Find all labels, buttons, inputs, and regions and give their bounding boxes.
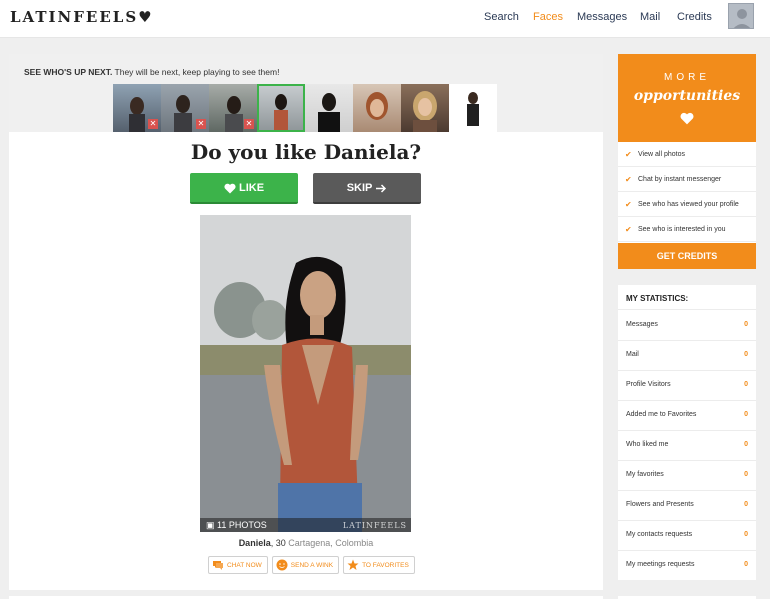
like-question: Do you like Daniela? bbox=[190, 140, 422, 164]
profile-photo bbox=[318, 93, 340, 132]
chat-icon bbox=[213, 561, 223, 570]
stat-label: My favorites bbox=[626, 471, 664, 478]
stat-value: 0 bbox=[744, 321, 748, 328]
thumbnail-next[interactable] bbox=[305, 84, 353, 132]
skipped-icon: ✕ bbox=[196, 119, 206, 129]
check-icon: ✔ bbox=[625, 200, 632, 209]
opportunities-header: MORE opportunities bbox=[618, 54, 756, 142]
camera-icon: ▣ bbox=[206, 520, 215, 530]
thumbnail-next[interactable] bbox=[449, 84, 497, 132]
stat-label: My contacts requests bbox=[626, 531, 693, 538]
promo-item: ✔ Chat by instant messenger bbox=[618, 167, 756, 192]
stat-label: Mail bbox=[626, 351, 639, 358]
stat-label: Messages bbox=[626, 321, 658, 328]
logo[interactable]: LATINFEELS♥ bbox=[10, 8, 154, 26]
stat-row-messages[interactable]: Messages 0 bbox=[618, 311, 756, 341]
skip-button[interactable]: SKIP bbox=[313, 173, 421, 204]
check-icon: ✔ bbox=[625, 150, 632, 159]
logo-heart-icon: ♥ bbox=[138, 8, 154, 26]
stat-row-my-favorites[interactable]: My favorites 0 bbox=[618, 461, 756, 491]
profile-photo bbox=[274, 94, 288, 132]
to-favorites-button[interactable]: TO FAVORITES bbox=[343, 556, 415, 574]
stat-label: Who liked me bbox=[626, 441, 669, 448]
nav-credits[interactable]: Credits bbox=[677, 11, 712, 23]
profile-name[interactable]: Daniela bbox=[239, 538, 271, 548]
check-icon: ✔ bbox=[625, 225, 632, 234]
stat-row-added-to-favorites[interactable]: Added me to Favorites 0 bbox=[618, 401, 756, 431]
promo-item: ✔ See who has viewed your profile bbox=[618, 192, 756, 217]
photo-watermark: LATINFEELS bbox=[342, 521, 407, 530]
profile-photo bbox=[413, 91, 437, 132]
stat-row-profile-visitors[interactable]: Profile Visitors 0 bbox=[618, 371, 756, 401]
skipped-icon: ✕ bbox=[244, 119, 254, 129]
arrow-right-icon bbox=[376, 184, 387, 193]
stat-value: 0 bbox=[744, 381, 748, 388]
like-button[interactable]: LIKE bbox=[190, 173, 298, 204]
statistics-title: MY STATISTICS: bbox=[626, 294, 689, 303]
get-credits-button[interactable]: GET CREDITS bbox=[618, 243, 756, 269]
thumbnail-skipped[interactable]: ✕ bbox=[161, 84, 209, 132]
profile-actions: CHAT NOW SEND A WINK TO FAVORITES bbox=[208, 556, 415, 574]
profile-age: , 30 bbox=[270, 538, 286, 548]
heart-icon bbox=[224, 183, 236, 194]
thumbnail-next[interactable] bbox=[353, 84, 401, 132]
stat-row-contacts-requests[interactable]: My contacts requests 0 bbox=[618, 521, 756, 551]
heart-icon bbox=[680, 112, 694, 125]
stat-value: 0 bbox=[744, 351, 748, 358]
up-next-bar: SEE WHO'S UP NEXT. They will be next, ke… bbox=[9, 54, 603, 132]
profile-location: Cartagena, Colombia bbox=[288, 538, 374, 548]
stat-value: 0 bbox=[744, 411, 748, 418]
wink-icon bbox=[276, 559, 288, 571]
stat-label: Profile Visitors bbox=[626, 381, 671, 388]
promo-item: ✔ View all photos bbox=[618, 142, 756, 167]
nav-mail[interactable]: Mail bbox=[640, 11, 660, 23]
profile-photo bbox=[467, 92, 479, 126]
stat-row-flowers-presents[interactable]: Flowers and Presents 0 bbox=[618, 491, 756, 521]
profile-main-photo[interactable]: ▣ 11 PHOTOS LATINFEELS bbox=[200, 215, 411, 532]
nav-messages[interactable]: Messages bbox=[577, 11, 627, 23]
profile-info: Daniela, 30 Cartagena, Colombia bbox=[9, 538, 603, 548]
stat-label: My meetings requests bbox=[626, 561, 695, 568]
skipped-icon: ✕ bbox=[148, 119, 158, 129]
stat-label: Added me to Favorites bbox=[626, 411, 697, 418]
stat-value: 0 bbox=[744, 501, 748, 508]
divider bbox=[618, 309, 756, 310]
thumbnail-skipped[interactable]: ✕ bbox=[113, 84, 161, 132]
promo-more-label: MORE bbox=[664, 72, 710, 83]
check-icon: ✔ bbox=[625, 175, 632, 184]
stat-row-meetings-requests[interactable]: My meetings requests 0 bbox=[618, 551, 756, 581]
stat-value: 0 bbox=[744, 471, 748, 478]
opportunities-panel: MORE opportunities ✔ View all photos ✔ Cha… bbox=[618, 54, 756, 269]
top-header: LATINFEELS♥ Search Faces Messages Mail C… bbox=[0, 0, 770, 38]
stat-value: 0 bbox=[744, 561, 748, 568]
stat-value: 0 bbox=[744, 441, 748, 448]
faces-game-card: SEE WHO'S UP NEXT. They will be next, ke… bbox=[9, 54, 603, 590]
stat-label: Flowers and Presents bbox=[626, 501, 694, 508]
user-avatar[interactable] bbox=[728, 3, 754, 29]
nav-search[interactable]: Search bbox=[484, 11, 519, 23]
user-silhouette-icon bbox=[733, 9, 751, 28]
stat-row-who-liked-me[interactable]: Who liked me 0 bbox=[618, 431, 756, 461]
statistics-panel: MY STATISTICS: Messages 0 Mail 0 Profile V… bbox=[618, 285, 756, 580]
promo-item: ✔ See who is interested in you bbox=[618, 217, 756, 242]
promo-opportunities-label: opportunities bbox=[633, 88, 741, 104]
thumbnail-current[interactable] bbox=[257, 84, 305, 132]
profile-photo bbox=[366, 92, 388, 120]
photo-count[interactable]: ▣ 11 PHOTOS bbox=[206, 520, 267, 531]
profile-photo bbox=[200, 215, 411, 532]
thumbnail-next[interactable] bbox=[401, 84, 449, 132]
thumbnail-skipped[interactable]: ✕ bbox=[209, 84, 257, 132]
chat-now-button[interactable]: CHAT NOW bbox=[208, 556, 268, 574]
stat-value: 0 bbox=[744, 531, 748, 538]
like-button-label: LIKE bbox=[239, 182, 265, 194]
nav-faces[interactable]: Faces bbox=[533, 11, 563, 23]
skip-button-label: SKIP bbox=[346, 182, 373, 194]
stat-row-mail[interactable]: Mail 0 bbox=[618, 341, 756, 371]
up-next-thumbnails: ✕ ✕ ✕ bbox=[113, 84, 497, 132]
up-next-text: SEE WHO'S UP NEXT. They will be next, ke… bbox=[24, 67, 280, 77]
send-wink-button[interactable]: SEND A WINK bbox=[271, 556, 340, 574]
star-icon bbox=[347, 559, 359, 570]
